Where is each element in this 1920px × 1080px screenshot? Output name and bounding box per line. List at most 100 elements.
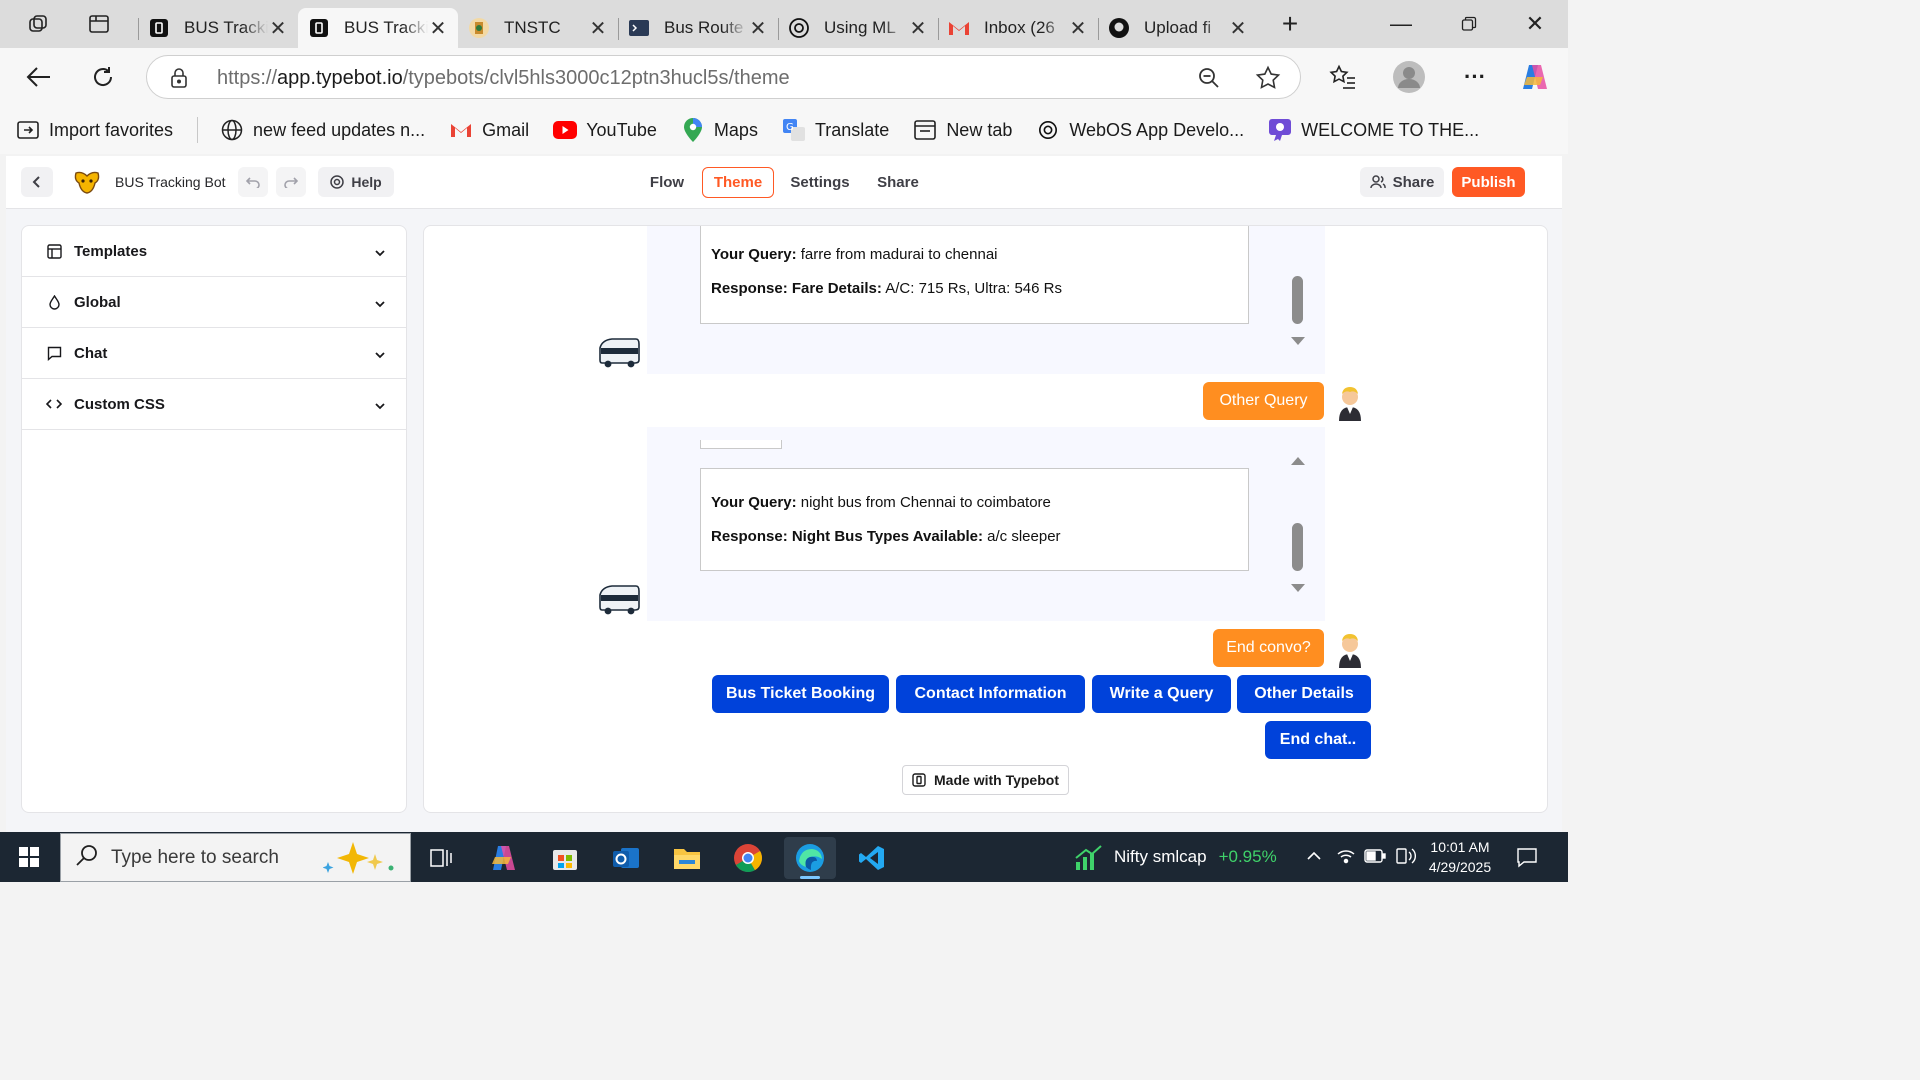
scrollbar-thumb[interactable] [1292, 523, 1303, 571]
close-icon[interactable]: ✕ [908, 16, 928, 41]
file-explorer-icon[interactable] [661, 837, 713, 879]
help-button[interactable]: Help [318, 167, 394, 197]
favorite-star-icon[interactable] [1255, 65, 1281, 96]
profile-avatar-icon[interactable] [1390, 58, 1428, 96]
bookmark-welcome[interactable]: WELCOME TO THE... [1268, 118, 1479, 142]
notification-icon[interactable] [1516, 846, 1538, 873]
bookmark-youtube[interactable]: YouTube [553, 118, 657, 142]
accordion-custom-css[interactable]: Custom CSS [22, 379, 406, 430]
accordion-templates[interactable]: Templates [22, 226, 406, 277]
publish-button[interactable]: Publish [1452, 167, 1525, 197]
minimize-button[interactable]: — [1368, 0, 1434, 48]
refresh-icon[interactable] [84, 58, 122, 96]
tnstc-emblem-icon [468, 17, 490, 39]
browser-tab[interactable]: BUS Tracking Bot ✕ [138, 8, 298, 48]
edge-icon[interactable] [784, 837, 836, 879]
accordion-global[interactable]: Global [22, 277, 406, 328]
back-arrow-icon[interactable] [20, 58, 58, 96]
wifi-icon[interactable] [1336, 846, 1356, 869]
bookmarks-bar: Import favorites new feed updates n... G… [0, 106, 1568, 154]
scrollbar-thumb[interactable] [1292, 276, 1303, 324]
browser-tab[interactable]: Using ML ✕ [778, 8, 938, 48]
tab-title: TNSTC [504, 18, 561, 37]
embed-card[interactable]: Your Query: farre from madurai to chenna… [700, 226, 1249, 324]
users-icon [1369, 175, 1386, 189]
tab-flow[interactable]: Flow [639, 167, 695, 198]
restore-button[interactable] [1436, 0, 1502, 48]
redo-button[interactable] [276, 167, 306, 197]
bookmark-import-favorites[interactable]: Import favorites [16, 118, 173, 142]
outlook-icon[interactable] [600, 837, 652, 879]
share-button[interactable]: Share [1360, 167, 1444, 197]
bookmark-webos[interactable]: WebOS App Develo... [1036, 118, 1244, 142]
scroll-down-arrow-icon[interactable] [1291, 337, 1305, 345]
url-text: https://app.typebot.io/typebots/clvl5hls… [217, 67, 790, 89]
lock-icon[interactable] [169, 67, 189, 94]
made-with-typebot-badge[interactable]: Made with Typebot [902, 765, 1069, 795]
choice-bus-ticket-booking[interactable]: Bus Ticket Booking [712, 675, 889, 713]
bus-avatar-icon [598, 336, 640, 370]
copilot-app-icon[interactable] [478, 837, 530, 879]
gmail-icon [449, 118, 473, 142]
bookmark-gmail[interactable]: Gmail [449, 118, 529, 142]
copilot-icon[interactable] [1516, 58, 1554, 96]
favorites-list-icon[interactable] [1324, 58, 1362, 96]
browser-tab[interactable]: Bus Route ✕ [618, 8, 778, 48]
volume-icon[interactable] [1394, 846, 1416, 871]
task-view-icon[interactable] [415, 837, 467, 879]
chevron-up-icon[interactable] [1306, 848, 1322, 866]
copilot-sparkle-icon[interactable] [322, 840, 403, 882]
battery-icon[interactable] [1364, 849, 1386, 868]
undo-button[interactable] [238, 167, 268, 197]
back-button[interactable] [21, 167, 53, 197]
github-icon [1108, 17, 1130, 39]
close-icon[interactable]: ✕ [1228, 16, 1248, 41]
browser-tab[interactable]: TNSTC ✕ [458, 8, 618, 48]
chevron-down-icon [374, 295, 386, 312]
close-icon[interactable]: ✕ [268, 16, 288, 41]
tab-theme[interactable]: Theme [702, 167, 774, 198]
taskbar-search[interactable]: Type here to search [60, 833, 411, 882]
translate-icon: G [782, 118, 806, 142]
new-tab-button[interactable]: + [1270, 4, 1310, 44]
browser-tab-active[interactable]: BUS Tracking Bot ✕ [298, 8, 458, 48]
close-window-button[interactable]: ✕ [1502, 0, 1568, 48]
choice-write-a-query[interactable]: Write a Query [1092, 675, 1231, 713]
tab-settings[interactable]: Settings [782, 167, 858, 198]
clock-date: 4/29/2025 [1428, 859, 1492, 875]
maps-pin-icon [681, 118, 705, 142]
close-icon[interactable]: ✕ [428, 16, 448, 41]
taskbar-clock[interactable]: 10:01 AM 4/29/2025 [1420, 837, 1500, 877]
more-menu-icon[interactable]: ··· [1456, 58, 1494, 96]
address-bar[interactable]: https://app.typebot.io/typebots/clvl5hls… [146, 55, 1301, 99]
workspaces-icon[interactable] [20, 5, 58, 43]
choice-end-chat[interactable]: End chat.. [1265, 721, 1371, 759]
close-icon[interactable]: ✕ [748, 16, 768, 41]
newtab-icon [913, 118, 937, 142]
tab-actions-icon[interactable] [80, 5, 118, 43]
browser-tab[interactable]: Upload fi ✕ [1098, 8, 1258, 48]
chrome-icon[interactable] [722, 837, 774, 879]
microsoft-store-icon[interactable] [539, 837, 591, 879]
bookmark-new-tab[interactable]: New tab [913, 118, 1012, 142]
scroll-up-arrow-icon[interactable] [1291, 457, 1305, 465]
embed-card[interactable]: Your Query: night bus from Chennai to co… [700, 468, 1249, 571]
choice-other-details[interactable]: Other Details [1237, 675, 1371, 713]
bookmark-new-feed[interactable]: new feed updates n... [220, 118, 425, 142]
vscode-icon[interactable] [846, 837, 898, 879]
bookmark-translate[interactable]: G Translate [782, 118, 889, 142]
accordion-chat[interactable]: Chat [22, 328, 406, 379]
tab-title: Bus Route [664, 18, 744, 37]
bot-emoji-icon[interactable] [73, 169, 101, 200]
tab-share[interactable]: Share [868, 167, 928, 198]
bookmark-maps[interactable]: Maps [681, 118, 758, 142]
stock-ticker-widget[interactable]: Nifty smlcap +0.95% [1074, 844, 1277, 870]
browser-tab[interactable]: Inbox (26 ✕ [938, 8, 1098, 48]
scroll-down-arrow-icon[interactable] [1291, 584, 1305, 592]
windows-start-icon[interactable] [0, 832, 58, 882]
close-icon[interactable]: ✕ [588, 16, 608, 41]
bot-name[interactable]: BUS Tracking Bot [115, 174, 226, 190]
choice-contact-information[interactable]: Contact Information [896, 675, 1085, 713]
close-icon[interactable]: ✕ [1068, 16, 1088, 41]
zoom-icon[interactable] [1197, 66, 1221, 95]
